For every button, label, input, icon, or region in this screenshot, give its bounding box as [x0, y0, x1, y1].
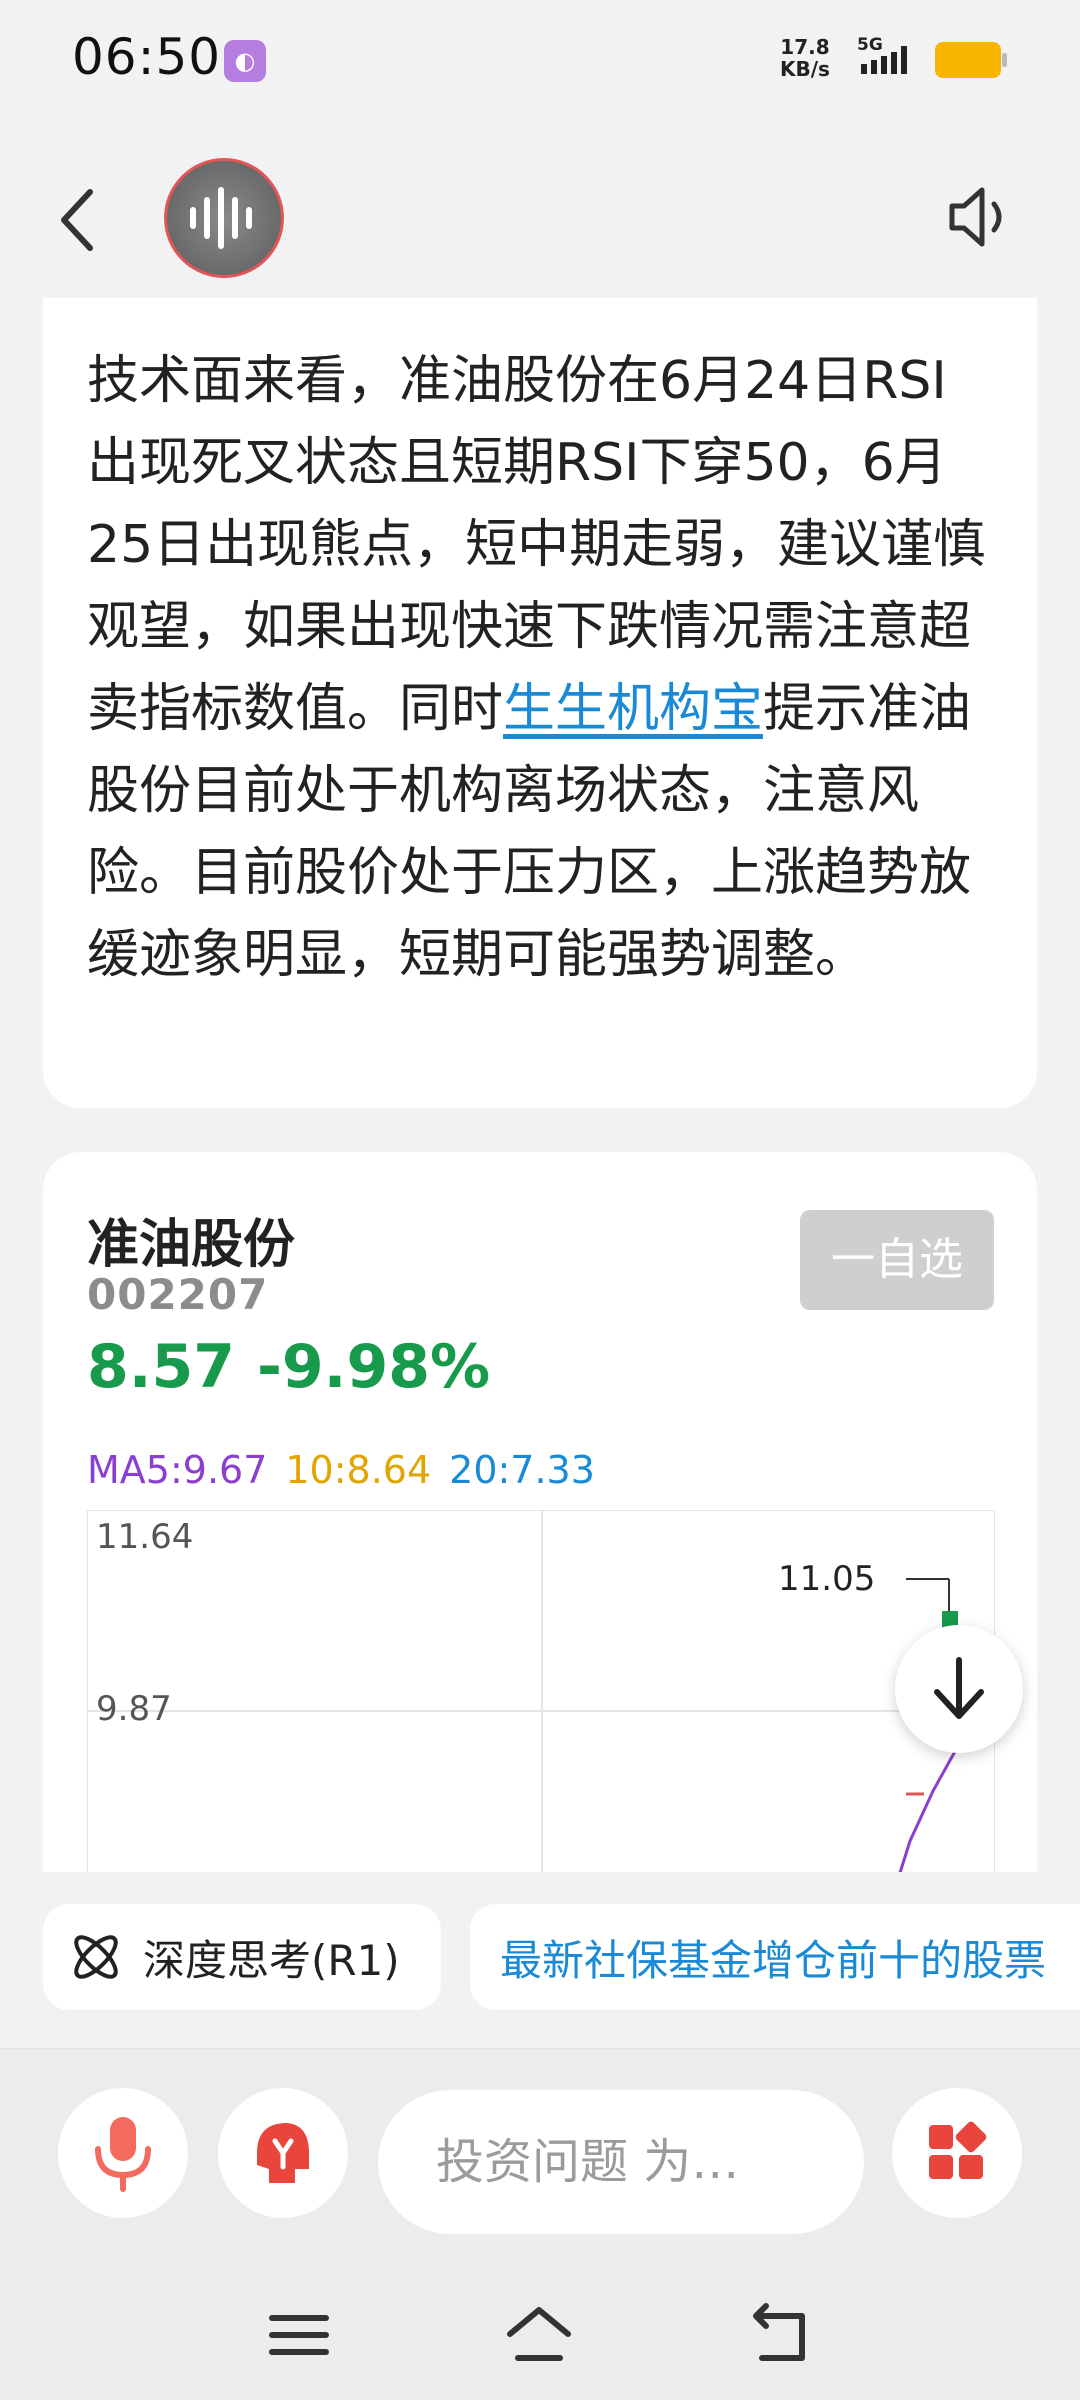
voice-input-button[interactable] [58, 2088, 188, 2218]
scroll-to-bottom-button[interactable] [895, 1625, 1023, 1753]
atom-icon [74, 1935, 118, 1979]
stock-code: 002207 [87, 1270, 269, 1319]
stock-change-percent: -9.98% [257, 1332, 491, 1402]
assistant-message-card: 技术面来看，准油股份在6月24日RSI出现死叉状态且短期RSI下穿50，6月25… [43, 298, 1037, 1108]
stock-price: 8.57 [87, 1332, 236, 1402]
robot-head-icon [257, 2123, 309, 2183]
y-axis-top-label: 11.64 [96, 1517, 194, 1557]
deep-think-chip[interactable]: 深度思考(R1) [43, 1904, 441, 2010]
home-icon[interactable] [504, 2300, 574, 2370]
signal-icon: 5G [857, 35, 907, 74]
network-speed: 17.8 KB/s [780, 36, 830, 80]
status-bar: 06:50 ◐ 17.8 KB/s 5G [0, 0, 1080, 120]
speaker-icon[interactable] [944, 182, 1014, 252]
assistant-persona-button[interactable] [218, 2088, 348, 2218]
y-axis-mid-label: 9.87 [96, 1689, 172, 1729]
kline-chart[interactable]: 11.64 9.87 11.05 [87, 1510, 996, 1872]
network-speed-unit: KB/s [780, 57, 830, 81]
back-icon[interactable] [50, 180, 110, 260]
suggested-question-label: 最新社保基金增仓前十的股票 [500, 1935, 1047, 1985]
voice-wave-icon [190, 187, 252, 249]
ma5-label: MA5:9.67 [87, 1448, 268, 1492]
assistant-message-text: 技术面来看，准油股份在6月24日RSI出现死叉状态且短期RSI下穿50，6月25… [87, 340, 993, 996]
stock-card[interactable]: 准油股份 002207 8.57 -9.98% 一自选 MA5:9.67 10:8… [43, 1152, 1037, 1872]
assistant-avatar[interactable] [164, 158, 284, 278]
deep-think-label: 深度思考(R1) [143, 1935, 400, 1985]
ma10-label: 10:8.64 [285, 1448, 432, 1492]
add-watchlist-button[interactable]: 一自选 [800, 1210, 994, 1310]
institution-link[interactable]: 生生机构宝 [503, 679, 763, 739]
high-price-marker: 11.05 [778, 1559, 876, 1599]
grid-apps-icon [929, 2121, 987, 2179]
more-tools-button[interactable] [892, 2088, 1022, 2218]
moving-average-legend: MA5:9.67 10:8.64 20:7.33 [87, 1448, 595, 1492]
microphone-icon [95, 2117, 151, 2192]
suggested-question-chip[interactable]: 最新社保基金增仓前十的股票 [470, 1904, 1080, 2010]
back-nav-icon[interactable] [744, 2300, 814, 2370]
battery-icon [935, 42, 1007, 78]
question-input[interactable]: 投资问题 为… [378, 2090, 864, 2234]
ma5-line [898, 1745, 960, 1872]
status-time: 06:50 [72, 28, 222, 86]
app-notification-icon: ◐ [224, 40, 266, 82]
network-speed-value: 17.8 [780, 35, 830, 59]
arrow-down-icon [934, 1657, 984, 1719]
stock-name: 准油股份 [87, 1215, 296, 1275]
ma20-label: 20:7.33 [449, 1448, 595, 1492]
menu-icon[interactable] [264, 2300, 334, 2370]
network-type-label: 5G [857, 35, 883, 55]
